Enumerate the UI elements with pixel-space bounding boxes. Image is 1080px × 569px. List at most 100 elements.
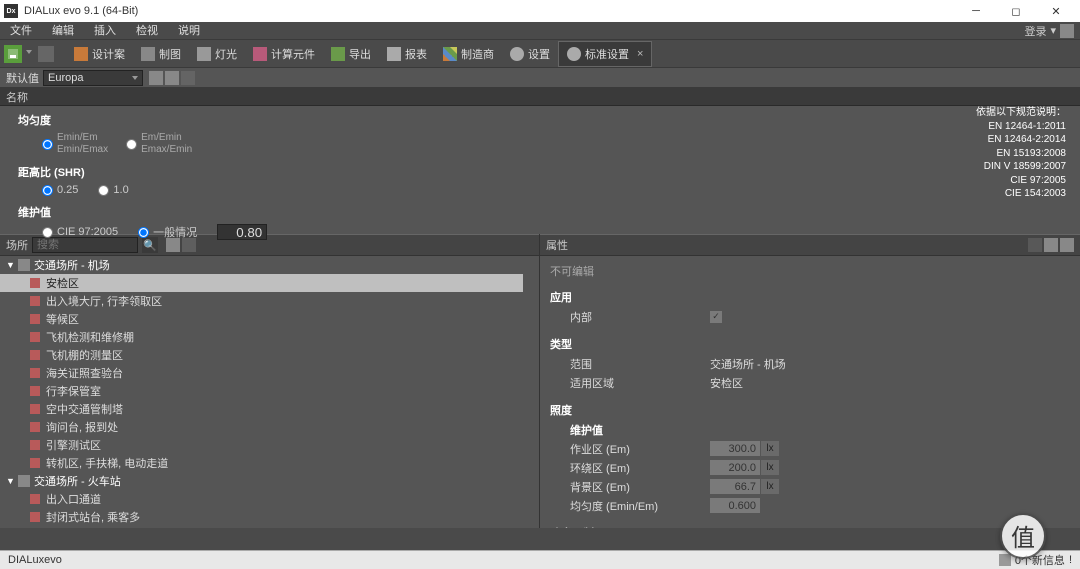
tree-item[interactable]: 出入境大厅, 行李领取区 [0, 292, 539, 310]
tree-item[interactable]: 出入口通道 [0, 490, 539, 508]
tab-light[interactable]: 灯光 [189, 41, 245, 67]
login-button[interactable]: 登录 ▾ [1024, 23, 1080, 39]
chevron-down-icon [132, 76, 138, 80]
export-icon [331, 47, 345, 61]
work-input[interactable] [710, 441, 760, 456]
save-button[interactable] [4, 45, 22, 63]
menu-edit[interactable]: 编辑 [42, 22, 84, 40]
window-title: DIALux evo 9.1 (64-Bit) [24, 5, 956, 17]
menu-help[interactable]: 说明 [168, 22, 210, 40]
background-label: 背景区 (Em) [570, 479, 710, 495]
tree-item[interactable]: 行李保管室 [0, 382, 539, 400]
tab-draw[interactable]: 制图 [133, 41, 189, 67]
norms-panel: 依据以下规范说明： EN 12464-1:2011 EN 12464-2:201… [976, 106, 1066, 201]
shr-title: 距高比 (SHR) [18, 164, 1062, 180]
menu-insert[interactable]: 插入 [84, 22, 126, 40]
view-grid-icon[interactable] [165, 71, 179, 85]
shr-opt2[interactable]: 1.0 [98, 184, 128, 196]
tab-label: 导出 [349, 46, 371, 62]
list-view-icon[interactable] [166, 238, 180, 252]
maint-value-input[interactable] [217, 224, 267, 240]
left-pane: 场所 🔍 ▼交通场所 - 机场 安检区 出入境大厅, 行李领取区 等候区 飞机检… [0, 234, 540, 528]
tree-item[interactable]: 转机区, 手扶梯, 电动走道 [0, 454, 539, 472]
tree-item[interactable]: 空中交通管制塔 [0, 400, 539, 418]
defaults-bar: 默认值 Europa [0, 68, 1080, 88]
tab-manufacturer[interactable]: 制造商 [435, 41, 502, 67]
folder-icon [18, 475, 30, 487]
panel-icon[interactable] [1060, 238, 1074, 252]
tree-item[interactable]: 飞机检测和维修棚 [0, 328, 539, 346]
name-bar: 名称 [0, 88, 1080, 106]
item-icon [30, 368, 40, 378]
close-button[interactable]: ✕ [1036, 0, 1076, 22]
titlebar: Dx DIALux evo 9.1 (64-Bit) ─ ◻ ✕ [0, 0, 1080, 22]
tab-settings[interactable]: 设置 [502, 41, 558, 67]
tree-item[interactable]: 封闭式站台, 乘客少 [0, 526, 539, 528]
tab-label: 灯光 [215, 46, 237, 62]
tab-standard-settings[interactable]: 标准设置× [558, 41, 652, 67]
minimize-button[interactable]: ─ [956, 0, 996, 22]
maint-opt1[interactable]: CIE 97:2005 [42, 226, 118, 238]
norm-item: EN 15193:2008 [976, 147, 1066, 161]
close-icon[interactable]: × [637, 48, 643, 60]
view-list-icon[interactable] [149, 71, 163, 85]
item-icon [30, 494, 40, 504]
tab-calc[interactable]: 计算元件 [245, 41, 323, 67]
report-icon [387, 47, 401, 61]
uniformity-input[interactable] [710, 498, 760, 513]
tree-category[interactable]: ▼交通场所 - 火车站 [0, 472, 539, 490]
prop-range-label: 范围 [570, 356, 710, 372]
grid-icon [443, 47, 457, 61]
maint-value-label: 维护值 [570, 422, 710, 438]
section-glare: 眩光限制 [550, 523, 1070, 528]
unit-label: lx [761, 460, 779, 475]
view-icon[interactable] [182, 238, 196, 252]
norm-item: CIE 154:2003 [976, 187, 1066, 201]
region-select[interactable]: Europa [43, 70, 143, 86]
maximize-button[interactable]: ◻ [996, 0, 1036, 22]
draw-icon [141, 47, 155, 61]
location-tree[interactable]: ▼交通场所 - 机场 安检区 出入境大厅, 行李领取区 等候区 飞机检测和维修棚… [0, 256, 539, 528]
right-pane: 属性 不可编辑 应用 内部✓ 类型 范围交通场所 - 机场 适用区域安检区 照度… [540, 234, 1080, 528]
menu-file[interactable]: 文件 [0, 22, 42, 40]
save-dropdown[interactable] [26, 50, 34, 58]
panel-icon[interactable] [1044, 238, 1058, 252]
tab-design[interactable]: 设计案 [66, 41, 133, 67]
tree-item-selected[interactable]: 安检区 [0, 274, 523, 292]
tab-label: 计算元件 [271, 46, 315, 62]
inner-checkbox[interactable]: ✓ [710, 311, 722, 323]
tree-item[interactable]: 海关证照查验台 [0, 364, 539, 382]
item-icon [30, 422, 40, 432]
tab-report[interactable]: 报表 [379, 41, 435, 67]
tree-item[interactable]: 封闭式站台, 乘客多 [0, 508, 539, 526]
item-icon [30, 314, 40, 324]
uniformity-opt1[interactable]: Emin/EmEmin/Emax [42, 132, 108, 156]
edit-icon[interactable] [1028, 238, 1042, 252]
tree-category[interactable]: ▼交通场所 - 机场 [0, 256, 539, 274]
tab-export[interactable]: 导出 [323, 41, 379, 67]
unit-label: lx [761, 479, 779, 494]
menu-view[interactable]: 检视 [126, 22, 168, 40]
gear-icon [567, 47, 581, 61]
tree-item[interactable]: 引擎测试区 [0, 436, 539, 454]
norm-item: DIN V 18599:2007 [976, 160, 1066, 174]
uniformity-opt2[interactable]: Em/EminEmax/Emin [126, 132, 192, 156]
folder-icon [18, 259, 30, 271]
background-input[interactable] [710, 479, 760, 494]
tree-item[interactable]: 飞机棚的测量区 [0, 346, 539, 364]
properties-panel: 不可编辑 应用 内部✓ 类型 范围交通场所 - 机场 适用区域安检区 照度 维护… [540, 256, 1080, 528]
section-type: 类型 [550, 334, 1070, 354]
gear-icon [510, 47, 524, 61]
tab-label: 制造商 [461, 46, 494, 62]
watermark: 值 什么值得买 [1000, 508, 1070, 563]
section-application: 应用 [550, 287, 1070, 307]
norms-title: 依据以下规范说明： [976, 106, 1066, 120]
undo-button[interactable] [38, 46, 54, 62]
tree-item[interactable]: 询问台, 报到处 [0, 418, 539, 436]
surround-input[interactable] [710, 460, 760, 475]
view-icon[interactable] [181, 71, 195, 85]
item-icon [30, 404, 40, 414]
shr-opt1[interactable]: 0.25 [42, 184, 78, 196]
section-illuminance: 照度 [550, 400, 1070, 420]
tree-item[interactable]: 等候区 [0, 310, 539, 328]
